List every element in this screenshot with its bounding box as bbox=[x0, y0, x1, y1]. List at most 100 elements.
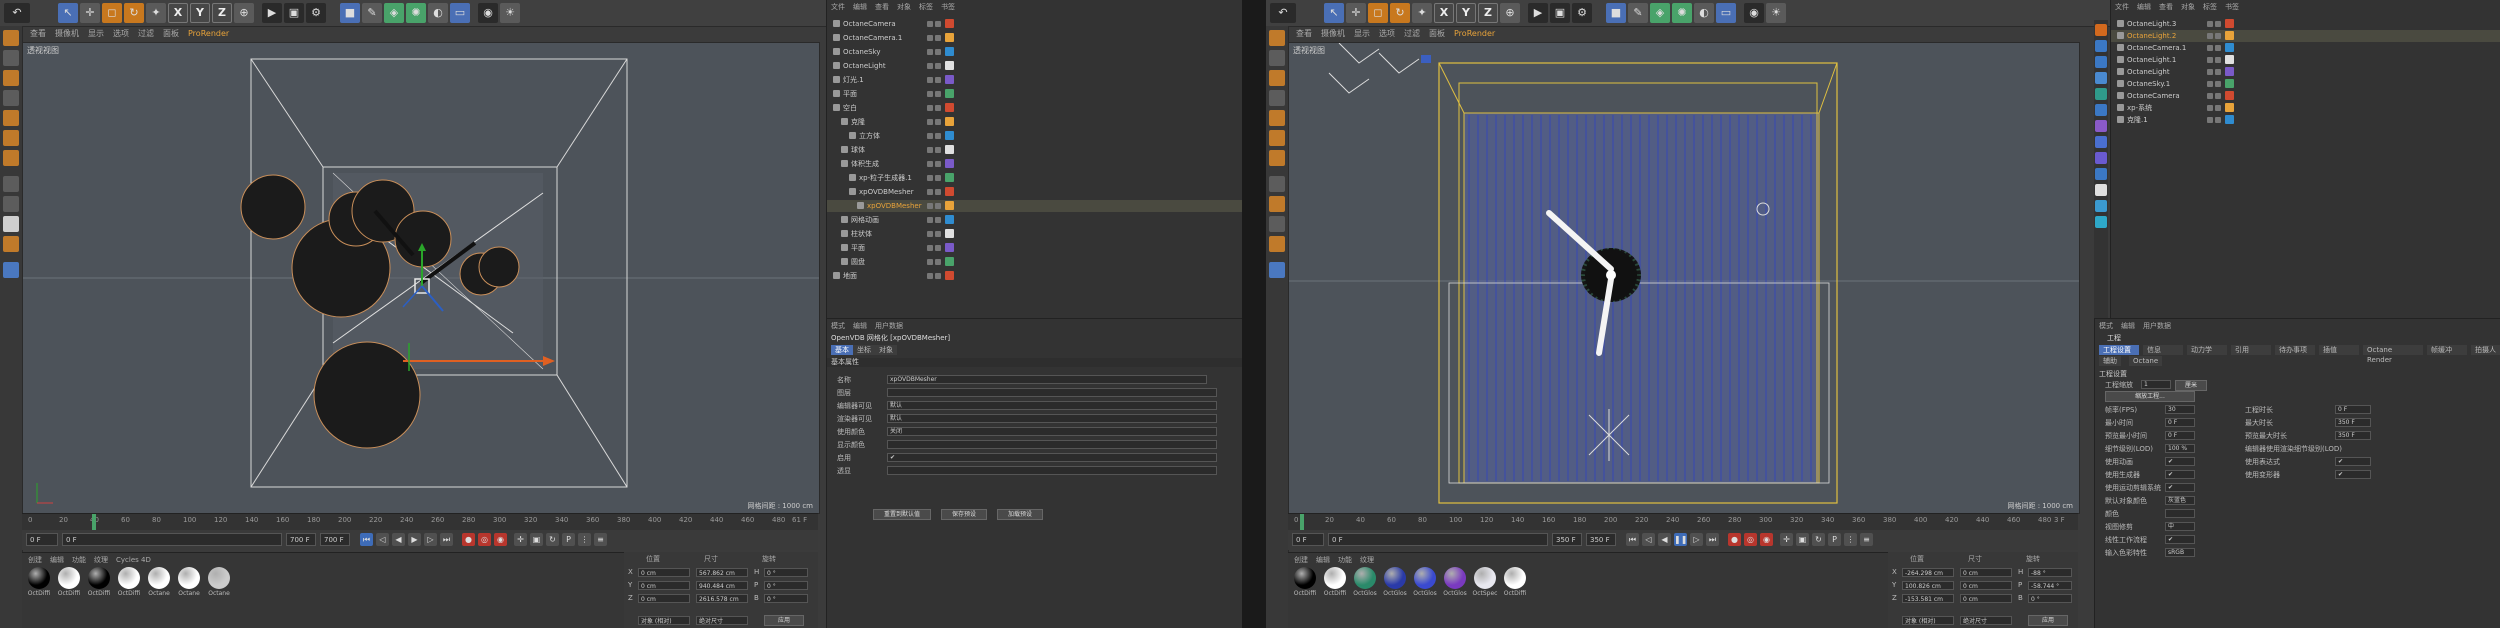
object-row[interactable]: xpOVDBMesher bbox=[827, 186, 1242, 198]
object-tag-icon[interactable] bbox=[945, 61, 954, 70]
layout-icon[interactable] bbox=[1269, 262, 1285, 278]
object-tag-icon[interactable] bbox=[945, 145, 954, 154]
material-swatch[interactable]: OctDiffi bbox=[26, 567, 52, 597]
material-swatch[interactable]: Octane bbox=[176, 567, 202, 597]
render-toggle[interactable] bbox=[935, 105, 941, 111]
timeline-menu-icon[interactable]: ≡ bbox=[594, 533, 607, 546]
z-axis-lock-icon[interactable]: Z bbox=[1478, 3, 1498, 23]
render-toggle[interactable] bbox=[935, 63, 941, 69]
visibility-toggle[interactable] bbox=[927, 77, 933, 83]
cube-icon[interactable]: ■ bbox=[1606, 3, 1626, 23]
coord-rotation-field[interactable]: 0 ° bbox=[764, 594, 808, 603]
cube-icon[interactable]: ■ bbox=[340, 3, 360, 23]
attribute-field[interactable]: 灰蓝色 bbox=[2165, 496, 2195, 505]
object-row[interactable]: 平面 bbox=[827, 242, 1242, 254]
reset-default-button[interactable]: 重置到默认值 bbox=[873, 509, 931, 520]
am-menu-mode[interactable]: 模式 bbox=[2099, 322, 2113, 330]
visibility-toggle[interactable] bbox=[927, 21, 933, 27]
next-key-icon[interactable]: ▷ bbox=[1690, 533, 1703, 546]
play-icon[interactable]: ▶ bbox=[408, 533, 421, 546]
render-toggle[interactable] bbox=[2215, 93, 2221, 99]
object-row[interactable]: OctaneSky bbox=[827, 46, 1242, 58]
make-editable-icon[interactable] bbox=[1269, 30, 1285, 46]
menu-cameras[interactable]: 摄像机 bbox=[55, 29, 79, 38]
visibility-toggle[interactable] bbox=[927, 49, 933, 55]
render-toggle[interactable] bbox=[935, 175, 941, 181]
om-menu-bookmarks[interactable]: 书签 bbox=[2225, 3, 2239, 11]
end-frame-field[interactable]: 350 F bbox=[1552, 533, 1582, 546]
visibility-toggle[interactable] bbox=[2207, 93, 2213, 99]
object-row[interactable]: 网格动画 bbox=[827, 214, 1242, 226]
object-tag-icon[interactable] bbox=[945, 75, 954, 84]
recent-tool-icon[interactable]: ✦ bbox=[146, 3, 166, 23]
render-toggle[interactable] bbox=[935, 147, 941, 153]
coord-rotation-field[interactable]: -88 ° bbox=[2028, 568, 2072, 577]
coord-size-field[interactable]: 0 cm bbox=[1960, 581, 2012, 590]
record-keys-icon[interactable]: ● bbox=[462, 533, 475, 546]
attribute-field[interactable]: 默认 bbox=[887, 414, 1217, 423]
object-tag-icon[interactable] bbox=[2225, 55, 2234, 64]
material-swatch[interactable]: OctDiffi bbox=[116, 567, 142, 597]
playhead-marker[interactable] bbox=[1300, 514, 1304, 530]
object-row[interactable]: 立方体 bbox=[827, 130, 1242, 142]
object-tag-icon[interactable] bbox=[2225, 43, 2234, 52]
render-toggle[interactable] bbox=[935, 189, 941, 195]
menu-filter[interactable]: 过滤 bbox=[1404, 29, 1420, 38]
rotate-tool-icon[interactable]: ↻ bbox=[1390, 3, 1410, 23]
attribute-field[interactable] bbox=[2165, 509, 2195, 518]
octane-light-icon[interactable] bbox=[2095, 72, 2107, 84]
pause-icon[interactable]: ❚❚ bbox=[1674, 533, 1687, 546]
menu-panel[interactable]: 面板 bbox=[1429, 29, 1445, 38]
visibility-toggle[interactable] bbox=[927, 63, 933, 69]
am-menu-userdata[interactable]: 用户数据 bbox=[875, 322, 903, 330]
mat-menu-function[interactable]: 功能 bbox=[1338, 556, 1352, 564]
attribute-tab[interactable]: 引用 bbox=[2231, 345, 2271, 355]
object-row[interactable]: OctaneLight bbox=[827, 60, 1242, 72]
menu-view[interactable]: 查看 bbox=[30, 29, 46, 38]
material-swatch[interactable]: Octane bbox=[146, 567, 172, 597]
object-row[interactable]: OctaneCamera.1 bbox=[2111, 42, 2500, 54]
pen-icon[interactable]: ✎ bbox=[1628, 3, 1648, 23]
attribute-field[interactable]: ✔ bbox=[2165, 457, 2195, 466]
autokey-icon[interactable]: ◎ bbox=[1744, 533, 1757, 546]
object-tag-icon[interactable] bbox=[945, 159, 954, 168]
menu-options[interactable]: 选项 bbox=[1379, 29, 1395, 38]
mat-menu-create[interactable]: 创建 bbox=[1294, 556, 1308, 564]
prev-key-icon[interactable]: ◁ bbox=[376, 533, 389, 546]
undo-icon[interactable]: ↶ bbox=[1270, 3, 1296, 23]
coord-position-field[interactable]: -264.298 cm bbox=[1902, 568, 1954, 577]
object-row[interactable]: xpOVDBMesher bbox=[827, 200, 1242, 212]
render-toggle[interactable] bbox=[2215, 33, 2221, 39]
attribute-field[interactable]: 0 F bbox=[2165, 418, 2195, 427]
attribute-field[interactable]: 默认 bbox=[887, 401, 1217, 410]
mat-menu-function[interactable]: 功能 bbox=[72, 556, 86, 564]
object-row[interactable]: 球体 bbox=[827, 144, 1242, 156]
object-row[interactable]: 灯光.1 bbox=[827, 74, 1242, 86]
material-swatch[interactable]: OctDiffi bbox=[1502, 567, 1528, 597]
camera-icon[interactable]: ◉ bbox=[478, 3, 498, 23]
attribute-tab[interactable]: Octane Render bbox=[2363, 345, 2423, 364]
coord-apply-button[interactable]: 应用 bbox=[2028, 615, 2068, 626]
polygons-mode-icon[interactable] bbox=[3, 150, 19, 166]
octane-texture-icon[interactable] bbox=[2095, 120, 2107, 132]
material-swatch[interactable]: Octane bbox=[206, 567, 232, 597]
coord-position-field[interactable]: -153.581 cm bbox=[1902, 594, 1954, 603]
render-view-icon[interactable]: ▶ bbox=[262, 3, 282, 23]
object-tag-icon[interactable] bbox=[945, 271, 954, 280]
object-tag-icon[interactable] bbox=[2225, 31, 2234, 40]
floor-icon[interactable]: ▭ bbox=[450, 3, 470, 23]
visibility-toggle[interactable] bbox=[927, 133, 933, 139]
object-tag-icon[interactable] bbox=[945, 47, 954, 56]
floor-icon[interactable]: ▭ bbox=[1716, 3, 1736, 23]
attribute-field[interactable]: sRGB bbox=[2165, 548, 2195, 557]
visibility-toggle[interactable] bbox=[927, 231, 933, 237]
menu-prorender[interactable]: ProRender bbox=[188, 29, 229, 38]
octane-live-viewer-icon[interactable] bbox=[2095, 24, 2107, 36]
polygons-mode-icon[interactable] bbox=[1269, 150, 1285, 166]
menu-cameras[interactable]: 摄像机 bbox=[1321, 29, 1345, 38]
render-toggle[interactable] bbox=[935, 21, 941, 27]
attribute-field[interactable]: 30 bbox=[2165, 405, 2195, 414]
om-menu-edit[interactable]: 编辑 bbox=[853, 3, 867, 11]
scale-project-button[interactable]: 缩放工程... bbox=[2105, 391, 2195, 402]
workplane-icon[interactable] bbox=[1269, 90, 1285, 106]
